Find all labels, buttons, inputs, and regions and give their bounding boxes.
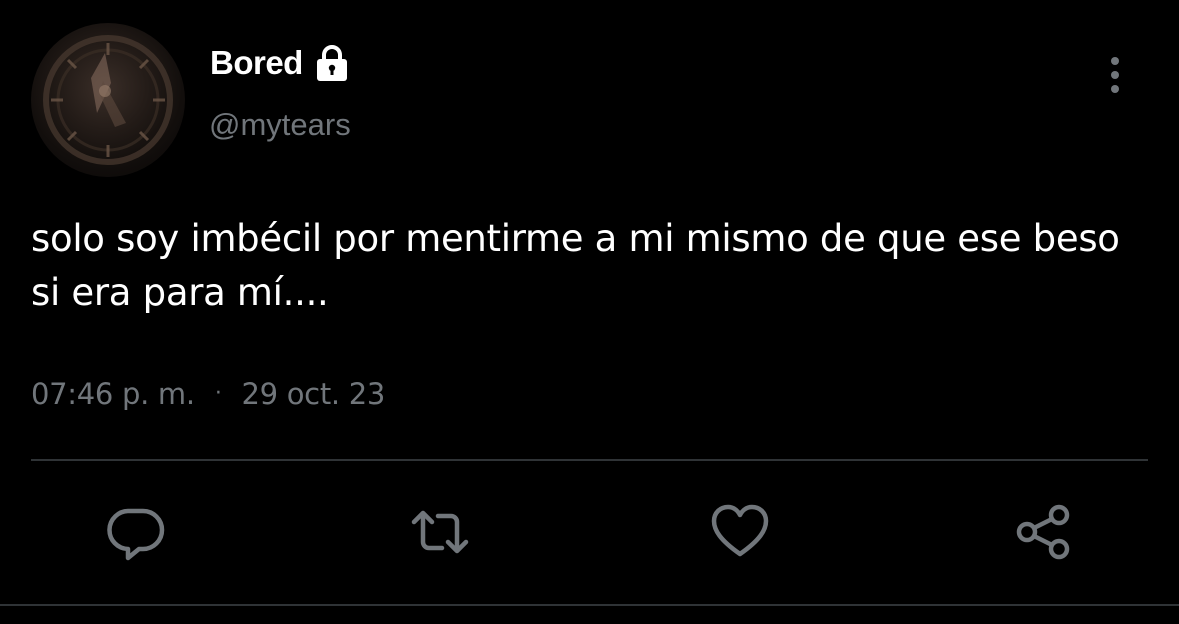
more-options-button[interactable] [1097, 52, 1133, 98]
avatar[interactable] [31, 23, 185, 177]
tweet-meta: 07:46 p. m. · 29 oct. 23 [31, 372, 385, 416]
more-vertical-icon [1111, 57, 1119, 93]
tweet-card: Bored @mytears solo soy imbécil por ment… [0, 0, 1179, 624]
user-handle[interactable]: @mytears [209, 103, 351, 147]
retweet-button[interactable] [410, 502, 470, 562]
display-name[interactable]: Bored [210, 40, 351, 86]
heart-icon [711, 504, 769, 557]
tweet-date[interactable]: 29 oct. 23 [242, 372, 386, 416]
clock-avatar-image [43, 35, 173, 165]
retweet-icon [411, 510, 469, 554]
meta-separator: · [214, 381, 222, 406]
comment-icon [107, 508, 165, 561]
tweet-time[interactable]: 07:46 p. m. [31, 372, 195, 416]
like-button[interactable] [710, 502, 770, 562]
share-button[interactable] [1014, 502, 1074, 562]
tweet-text: solo soy imbécil por mentirme a mi mismo… [31, 217, 1120, 314]
display-name-text: Bored [210, 44, 303, 81]
reply-button[interactable] [106, 502, 166, 562]
share-icon [1016, 504, 1070, 560]
bottom-divider [0, 604, 1179, 606]
divider [31, 459, 1148, 461]
lock-icon [313, 43, 351, 83]
